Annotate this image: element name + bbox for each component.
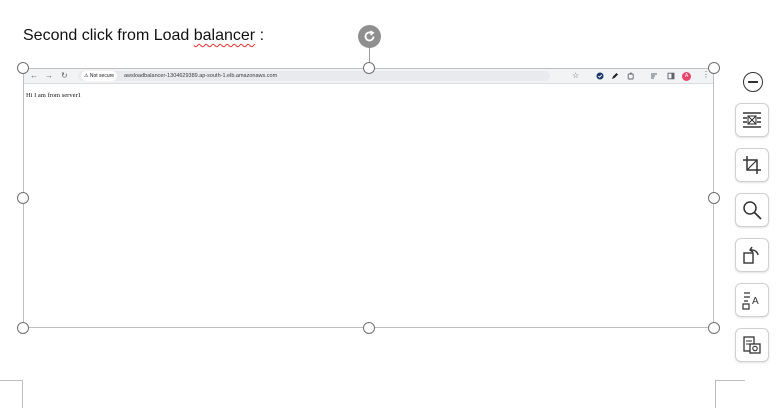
image-properties-button[interactable] — [735, 328, 769, 362]
crop-icon — [743, 156, 761, 174]
caption-text: Second click from Load — [23, 27, 194, 44]
spellcheck-word[interactable]: balancer — [194, 27, 255, 44]
svg-text:A: A — [752, 296, 759, 307]
zoom-icon — [743, 201, 762, 220]
side-panel-icon — [667, 72, 675, 80]
crop-button[interactable] — [735, 148, 769, 182]
document-caption: Second click from Load balancer : — [23, 27, 264, 45]
resize-handle-left[interactable] — [17, 192, 29, 204]
replace-image-button[interactable] — [735, 238, 769, 272]
star-icon: ☆ — [572, 71, 580, 80]
security-indicator: ⚠ Not secure — [81, 71, 118, 81]
reading-list-icon — [651, 73, 657, 79]
rotate-icon — [364, 30, 375, 42]
address-bar: ⚠ Not secure awsloadbalancer-1304629389.… — [78, 71, 550, 81]
zoom-button[interactable] — [735, 193, 769, 227]
selected-image[interactable] — [23, 68, 714, 328]
extract-text-icon: A — [742, 292, 759, 310]
resize-handle-top[interactable] — [363, 62, 375, 74]
address-url: awsloadbalancer-1304629389.ap-south-1.el… — [124, 73, 278, 79]
server-response-text: Hi I am from server1 — [26, 92, 81, 99]
image-properties-icon — [743, 336, 761, 354]
page-margin-mark-left — [0, 380, 23, 408]
wrap-text-icon — [743, 112, 761, 128]
resize-handle-bottom-right[interactable] — [708, 322, 720, 334]
wrap-text-button[interactable] — [735, 103, 769, 137]
resize-handle-bottom-left[interactable] — [17, 322, 29, 334]
extension-shield-icon — [596, 72, 604, 80]
caption-suffix: : — [255, 27, 265, 44]
forward-arrow-icon: → — [45, 71, 53, 80]
extract-text-button[interactable]: A — [735, 283, 769, 317]
resize-handle-top-right[interactable] — [708, 62, 720, 74]
collapse-toolbar-button[interactable] — [743, 72, 763, 92]
pen-icon — [612, 73, 618, 79]
resize-handle-right[interactable] — [708, 192, 720, 204]
rotate-handle[interactable] — [358, 25, 381, 48]
resize-handle-bottom[interactable] — [363, 322, 375, 334]
page-margin-mark-right — [715, 380, 745, 408]
back-arrow-icon: ← — [30, 71, 38, 80]
resize-handle-top-left[interactable] — [17, 62, 29, 74]
replace-image-icon — [743, 246, 759, 264]
reload-icon: ↻ — [61, 71, 68, 80]
profile-avatar: A — [682, 72, 691, 81]
puzzle-icon — [627, 72, 634, 80]
